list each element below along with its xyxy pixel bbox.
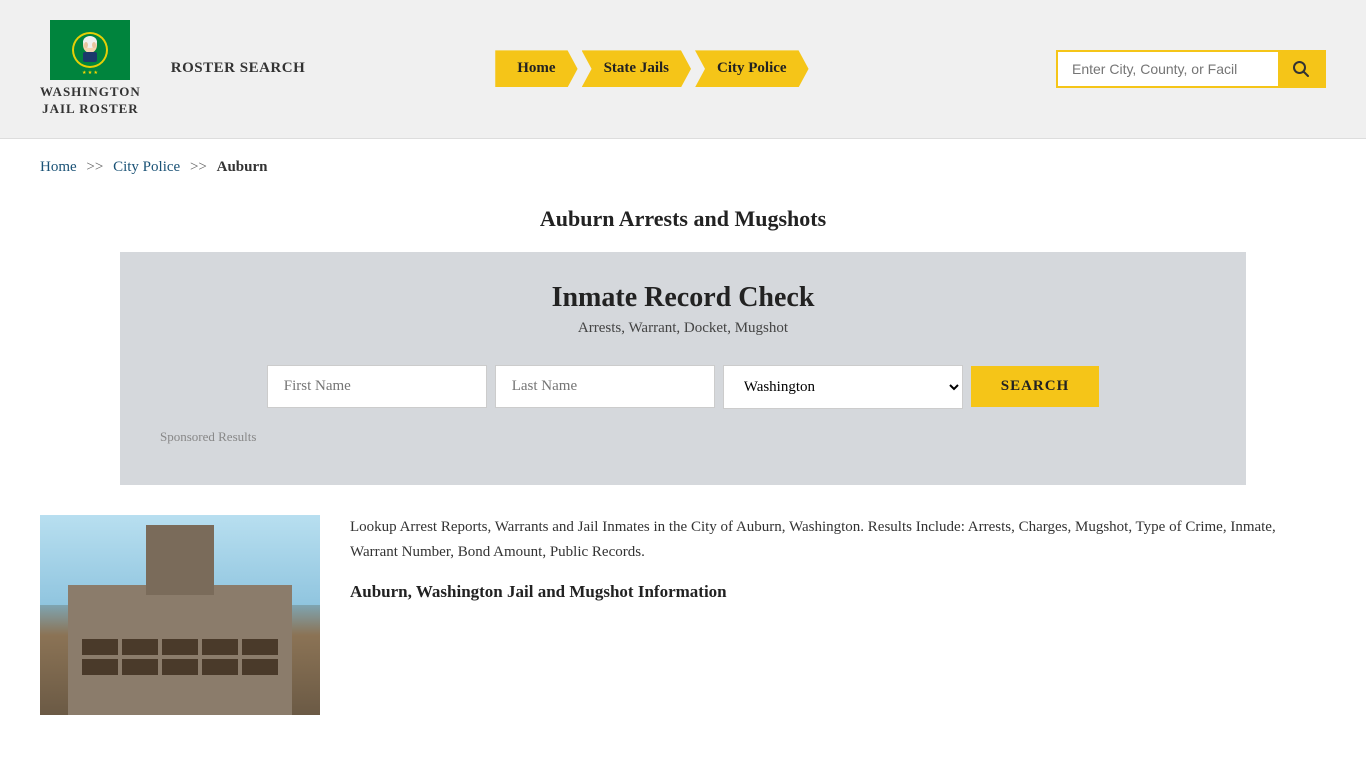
description-paragraph: Lookup Arrest Reports, Warrants and Jail…: [350, 515, 1326, 566]
roster-search-link[interactable]: ROSTER SEARCH: [171, 60, 305, 77]
inmate-box-heading: Inmate Record Check: [160, 282, 1206, 314]
inmate-form: AlabamaAlaskaArizonaArkansasCaliforniaCo…: [160, 365, 1206, 409]
description-area: Lookup Arrest Reports, Warrants and Jail…: [350, 515, 1326, 602]
first-name-input[interactable]: [267, 365, 487, 408]
sponsored-results-label: Sponsored Results: [160, 429, 1206, 445]
breadcrumb-city-police[interactable]: City Police: [113, 159, 180, 175]
state-select[interactable]: AlabamaAlaskaArizonaArkansasCaliforniaCo…: [723, 365, 963, 409]
inmate-search-button[interactable]: SEARCH: [971, 366, 1100, 407]
nav-state-jails[interactable]: State Jails: [582, 50, 691, 87]
logo-flag: ★ ★ ★: [50, 20, 130, 80]
inmate-record-box: Inmate Record Check Arrests, Warrant, Do…: [120, 252, 1246, 485]
header-search-input[interactable]: [1058, 52, 1278, 86]
header: ★ ★ ★ WASHINGTON JAIL ROSTER ROSTER SEAR…: [0, 0, 1366, 139]
header-search-bar: [1056, 50, 1326, 88]
logo-text: WASHINGTON JAIL ROSTER: [40, 84, 141, 118]
breadcrumb-current: Auburn: [217, 159, 268, 175]
nav-city-police[interactable]: City Police: [695, 50, 809, 87]
breadcrumb-home[interactable]: Home: [40, 159, 77, 175]
main-nav: Home State Jails City Police: [495, 50, 808, 87]
inmate-box-subtitle: Arrests, Warrant, Docket, Mugshot: [160, 320, 1206, 337]
nav-home[interactable]: Home: [495, 50, 577, 87]
breadcrumb-sep1: >>: [86, 159, 103, 175]
breadcrumb: Home >> City Police >> Auburn: [0, 139, 1366, 196]
svg-text:★ ★ ★: ★ ★ ★: [82, 70, 98, 76]
breadcrumb-sep2: >>: [190, 159, 207, 175]
header-search-button[interactable]: [1278, 52, 1324, 86]
last-name-input[interactable]: [495, 365, 715, 408]
search-icon: [1292, 60, 1310, 78]
page-title: Auburn Arrests and Mugshots: [40, 206, 1326, 232]
building-image: [40, 515, 320, 715]
lower-section: Lookup Arrest Reports, Warrants and Jail…: [0, 485, 1366, 745]
description-heading: Auburn, Washington Jail and Mugshot Info…: [350, 582, 1326, 602]
logo-link[interactable]: ★ ★ ★ WASHINGTON JAIL ROSTER: [40, 20, 141, 118]
